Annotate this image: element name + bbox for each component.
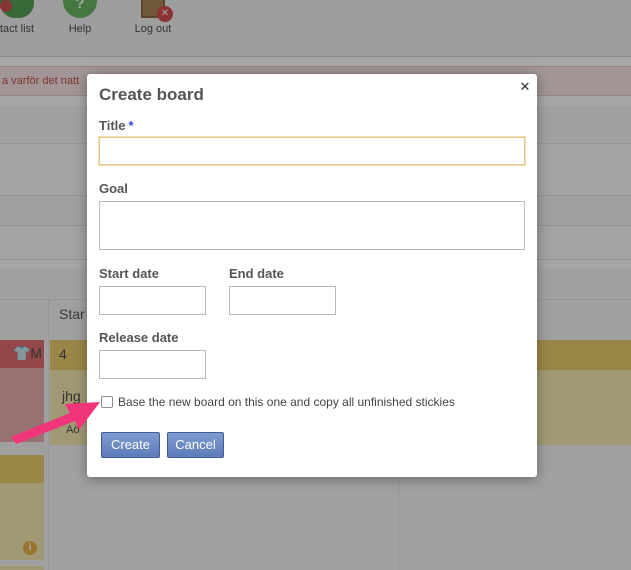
- close-icon[interactable]: ✕: [518, 80, 532, 94]
- copy-stickies-label[interactable]: Base the new board on this one and copy …: [118, 395, 455, 409]
- title-input[interactable]: [99, 137, 525, 165]
- arrow-shape: [11, 402, 100, 444]
- goal-label: Goal: [99, 181, 128, 196]
- end-date-input[interactable]: [229, 286, 336, 315]
- title-label: Title *: [99, 118, 134, 133]
- arrow-annotation: [11, 402, 100, 444]
- goal-textarea[interactable]: [99, 201, 525, 250]
- start-date-input[interactable]: [99, 286, 206, 315]
- title-label-text: Title: [99, 118, 126, 133]
- release-date-input[interactable]: [99, 350, 206, 379]
- create-board-dialog: Create board ✕ Title * Goal Start date En…: [87, 74, 537, 477]
- end-date-label: End date: [229, 266, 284, 281]
- dialog-title: Create board: [99, 85, 204, 104]
- required-marker: *: [128, 118, 134, 133]
- start-date-label: Start date: [99, 266, 159, 281]
- cancel-button[interactable]: Cancel: [167, 432, 224, 458]
- create-button[interactable]: Create: [101, 432, 160, 458]
- release-date-label: Release date: [99, 330, 179, 345]
